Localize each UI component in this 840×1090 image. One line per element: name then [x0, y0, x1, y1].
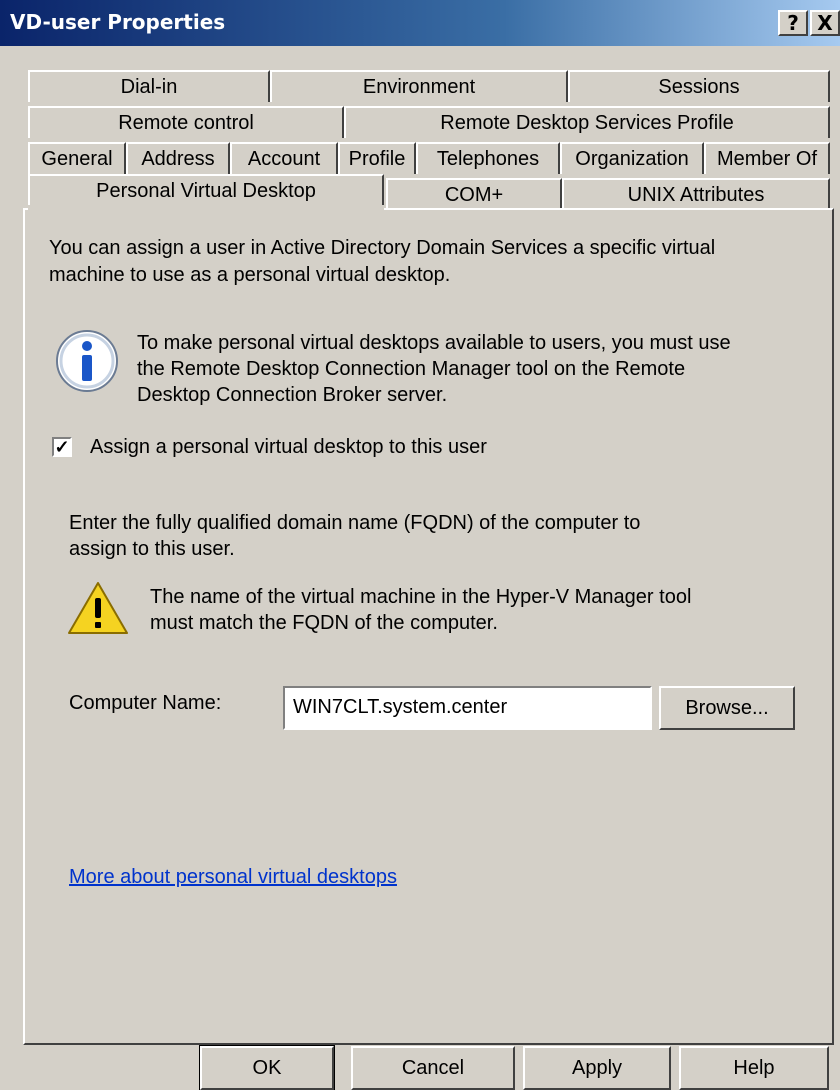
- cancel-button[interactable]: Cancel: [351, 1046, 515, 1090]
- fqdn-text-line-1: Enter the fully qualified domain name (F…: [69, 512, 641, 534]
- info-icon: [56, 330, 118, 392]
- tab-address[interactable]: Address: [126, 142, 230, 174]
- fqdn-text-line-2: assign to this user.: [69, 538, 235, 560]
- intro-text-line-1: You can assign a user in Active Director…: [49, 237, 716, 259]
- warning-text-line-2: must match the FQDN of the computer.: [150, 612, 498, 634]
- computer-name-label: Computer Name:: [69, 692, 222, 714]
- help-caption-button[interactable]: ?: [778, 10, 808, 36]
- warning-text-line-1: The name of the virtual machine in the H…: [150, 586, 692, 608]
- more-about-pvd-link[interactable]: More about personal virtual desktops: [69, 866, 397, 889]
- warning-icon: [68, 582, 128, 634]
- title-bar[interactable]: VD-user Properties ? X: [0, 0, 840, 46]
- tab-environment[interactable]: Environment: [270, 70, 568, 102]
- window-title: VD-user Properties: [10, 10, 226, 34]
- tab-profile[interactable]: Profile: [338, 142, 416, 174]
- tab-unix-attributes[interactable]: UNIX Attributes: [562, 178, 830, 210]
- tab-com-plus[interactable]: COM+: [386, 178, 562, 210]
- info-text-line-2: the Remote Desktop Connection Manager to…: [137, 358, 686, 380]
- computer-name-input[interactable]: WIN7CLT.system.center: [283, 686, 652, 730]
- apply-button[interactable]: Apply: [523, 1046, 671, 1090]
- tab-sessions[interactable]: Sessions: [568, 70, 830, 102]
- intro-text-line-2: machine to use as a personal virtual des…: [49, 264, 451, 286]
- tab-dial-in[interactable]: Dial-in: [28, 70, 270, 102]
- tab-organization[interactable]: Organization: [560, 142, 704, 174]
- tab-telephones[interactable]: Telephones: [416, 142, 560, 174]
- tab-general[interactable]: General: [28, 142, 126, 174]
- info-text-line-3: Desktop Connection Broker server.: [137, 384, 448, 406]
- assign-pvd-checkbox[interactable]: ✓: [52, 437, 72, 457]
- assign-pvd-checkbox-label[interactable]: Assign a personal virtual desktop to thi…: [90, 434, 487, 461]
- tab-remote-desktop-services-profile[interactable]: Remote Desktop Services Profile: [344, 106, 830, 138]
- ok-button[interactable]: OK: [199, 1045, 335, 1090]
- tab-member-of[interactable]: Member Of: [704, 142, 830, 174]
- help-button[interactable]: Help: [679, 1046, 829, 1090]
- browse-button[interactable]: Browse...: [659, 686, 795, 730]
- active-tab-joint: [28, 205, 384, 211]
- close-caption-button[interactable]: X: [810, 10, 840, 36]
- tab-remote-control[interactable]: Remote control: [28, 106, 344, 138]
- tab-account[interactable]: Account: [230, 142, 338, 174]
- info-text-line-1: To make personal virtual desktops availa…: [137, 332, 731, 354]
